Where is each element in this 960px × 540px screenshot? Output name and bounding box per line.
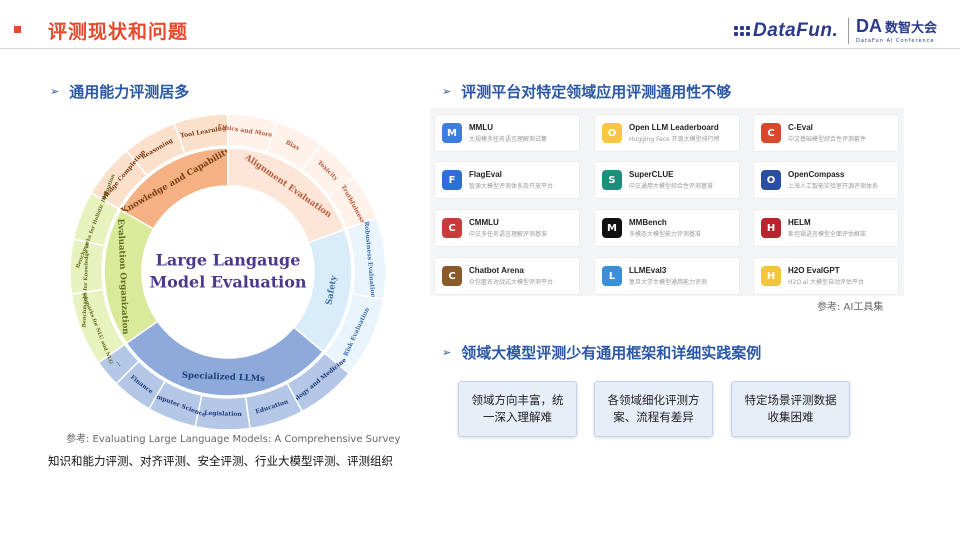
tool-card[interactable]: M MMBench 多模态大模型能力评测基准 [594,209,740,247]
right-heading-1-text: 评测平台对特定领域应用评测通用性不够 [461,83,732,101]
wheel-diagram: Knowledge and Capability Alignment Evalua… [69,113,387,431]
cmmlu-icon: C [442,218,462,238]
left-reference: 参考: Evaluating Large Language Models: A … [66,434,401,445]
da-logo-cn: 数智大会 [885,21,938,36]
tool-description: 智源大模型评测体系及开放平台 [469,183,554,190]
evaluation-taxonomy-wheel: Knowledge and Capability Alignment Evalua… [68,112,388,432]
evaluation-platforms-panel: M MMLU 大规模多任务语言理解测试集 O Open LLM Leaderboard H… [430,108,904,296]
title-bullet-icon [14,26,21,33]
case-box-3: 特定场景评测数据收集困难 [731,381,850,437]
tool-card[interactable]: H HELM 斯坦福语言模型全面评估框架 [753,209,899,247]
tool-text: CMMLU 中文多任务语言理解评测基准 [469,218,547,238]
mmbench-icon: M [602,218,622,238]
superclue-icon: S [602,170,622,190]
left-heading-text: 通用能力评测居多 [69,83,190,101]
compass-icon: O [761,170,781,190]
helm-icon: H [761,218,781,238]
tool-description: 复旦大学大模型通用能力评测 [629,279,708,286]
outer-segment-label: Legislation [204,410,242,418]
tool-name: FlagEval [469,170,502,179]
tool-name: CMMLU [469,218,499,227]
wheel-center-title-2: Model Evaluation [149,273,306,292]
tool-name: HELM [788,218,811,227]
tool-text: Chatbot Arena 众包匿名对战式大模型评测平台 [469,266,553,286]
arrow-bullet-icon: ➢ [442,346,452,359]
left-section-heading: ➢ 通用能力评测居多 [50,81,189,102]
arrow-bullet-icon: ➢ [50,85,60,98]
tool-description: 大规模多任务语言理解测试集 [469,136,548,143]
datafun-dots-icon [734,26,750,36]
arena-icon: C [442,266,462,286]
tool-name: MMLU [469,123,493,132]
hugging-face-icon: O [602,123,622,143]
h2o-icon: H [761,266,781,286]
datafun-logo-text: DataFun. [753,20,839,41]
tool-card[interactable]: O Open LLM Leaderboard Hugging Face 开源大模型排… [594,114,740,152]
tool-description: 上海人工智能实验室开源评测体系 [788,183,879,190]
tool-text: FlagEval 智源大模型评测体系及开放平台 [469,170,553,190]
case-box-2: 各领域细化评测方案、流程有差异 [594,381,713,437]
flag-icon: F [442,170,462,190]
da-logo-mark: DA [856,16,882,36]
llmeval-icon: L [602,266,622,286]
tool-text: MMLU 大规模多任务语言理解测试集 [469,123,547,143]
tool-card[interactable]: S SuperCLUE 中文通用大模型综合性评测基准 [594,161,740,199]
da-conference-logo: DA 数智大会 DataFun AI Conference [856,16,937,46]
tool-text: C-Eval 中文基础模型综合性评测套件 [788,123,866,143]
tool-name: OpenCompass [788,170,845,179]
tool-card[interactable]: H H2O EvalGPT H2O.ai 大模型自动评估平台 [753,257,899,295]
tool-description: 中文基础模型综合性评测套件 [788,136,867,143]
tool-card[interactable]: C Chatbot Arena 众包匿名对战式大模型评测平台 [434,257,580,295]
tool-name: MMBench [629,218,667,227]
tool-text: HELM 斯坦福语言模型全面评估框架 [788,218,866,238]
tool-text: H2O EvalGPT H2O.ai 大模型自动评估平台 [788,266,864,286]
case-box-1: 领域方向丰富，统一深入理解难 [458,381,577,437]
tool-name: Open LLM Leaderboard [629,123,719,132]
tool-card[interactable]: O OpenCompass 上海人工智能实验室开源评测体系 [753,161,899,199]
tool-name: H2O EvalGPT [788,266,840,275]
tool-text: SuperCLUE 中文通用大模型综合性评测基准 [629,170,713,190]
right-section-heading-1: ➢ 评测平台对特定领域应用评测通用性不够 [442,81,731,102]
tool-card[interactable]: C C-Eval 中文基础模型综合性评测套件 [753,114,899,152]
tools-reference: 参考: AI工具集 [817,302,884,313]
tool-description: H2O.ai 大模型自动评估平台 [788,279,864,286]
tool-name: Chatbot Arena [469,266,524,275]
wheel-center-title-1: Large Langauge [156,251,301,270]
tool-description: Hugging Face 开源大模型排行榜 [629,136,720,143]
arrow-bullet-icon: ➢ [442,85,452,98]
tool-card[interactable]: F FlagEval 智源大模型评测体系及开放平台 [434,161,580,199]
datafun-logo: DataFun. [734,16,838,46]
tool-card[interactable]: C CMMLU 中文多任务语言理解评测基准 [434,209,580,247]
tool-description: 中文通用大模型综合性评测基准 [629,183,714,190]
tool-name: SuperCLUE [629,170,674,179]
page-title: 评测现状和问题 [48,21,189,43]
tool-name: C-Eval [788,123,813,132]
tool-description: 众包匿名对战式大模型评测平台 [469,279,554,286]
tool-text: Open LLM Leaderboard Hugging Face 开源大模型排行… [629,123,720,143]
tool-name: LLMEval3 [629,266,667,275]
tool-description: 多模态大模型能力评测基准 [629,231,702,238]
ceval-icon: C [761,123,781,143]
da-logo-en: DataFun AI Conference [856,38,935,44]
tool-card[interactable]: M MMLU 大规模多任务语言理解测试集 [434,114,580,152]
tool-card[interactable]: L LLMEval3 复旦大学大模型通用能力评测 [594,257,740,295]
tool-description: 中文多任务语言理解评测基准 [469,231,548,238]
tool-text: MMBench 多模态大模型能力评测基准 [629,218,701,238]
logo-divider [848,18,849,44]
right-section-heading-2: ➢ 领域大模型评测少有通用框架和详细实践案例 [442,342,761,363]
bars-icon: M [442,123,462,143]
tool-text: OpenCompass 上海人工智能实验室开源评测体系 [788,170,878,190]
right-heading-2-text: 领域大模型评测少有通用框架和详细实践案例 [461,344,762,362]
left-caption: 知识和能力评测、对齐评测、安全评测、行业大模型评测、评测组织 [48,454,393,468]
title-divider [0,48,960,49]
tool-text: LLMEval3 复旦大学大模型通用能力评测 [629,266,707,286]
tool-description: 斯坦福语言模型全面评估框架 [788,231,867,238]
